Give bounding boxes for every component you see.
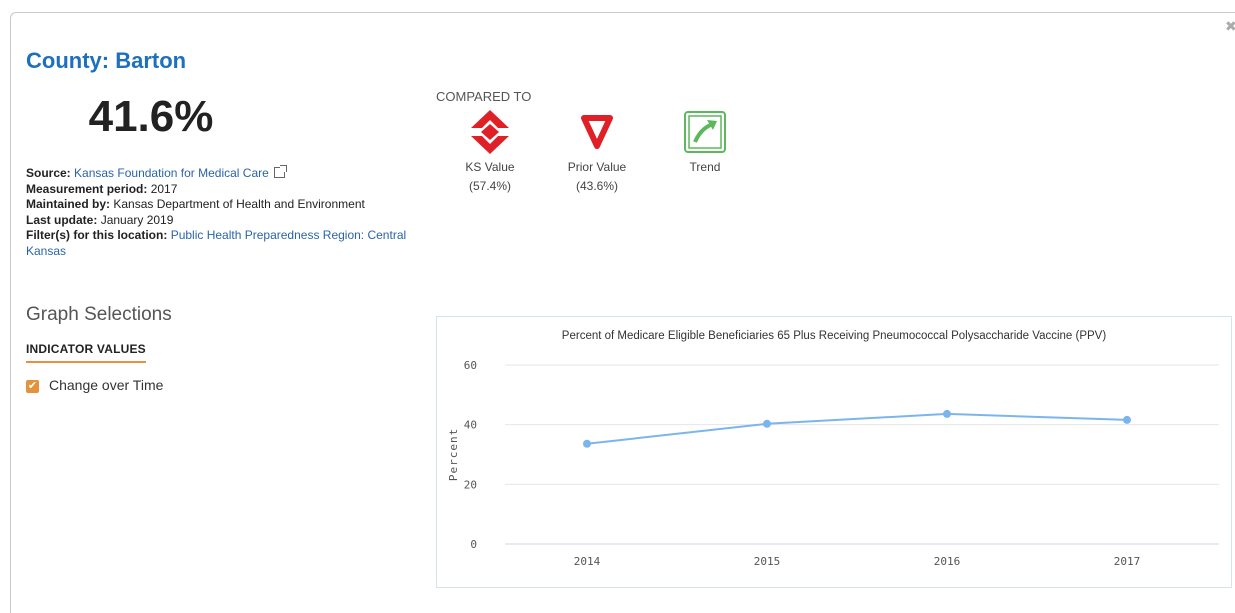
close-icon[interactable]: ✖: [1225, 18, 1235, 35]
diverging-arrows-icon: [471, 110, 509, 154]
y-tick-label: 60: [464, 359, 477, 372]
graph-selections-heading: Graph Selections: [26, 304, 172, 325]
indicator-metadata: Source: Kansas Foundation for Medical Ca…: [26, 165, 416, 260]
trend-up-icon: [684, 111, 726, 153]
maintained-value: Kansas Department of Health and Environm…: [113, 197, 365, 212]
trend-comparison[interactable]: Trend: [660, 110, 750, 177]
data-point: [583, 439, 591, 448]
x-tick-label: 2015: [754, 555, 781, 568]
y-tick-label: 0: [470, 538, 477, 551]
data-point: [763, 419, 771, 428]
source-label: Source:: [26, 166, 71, 180]
period-value: 2017: [150, 181, 178, 196]
chart-title: Percent of Medicare Eligible Beneficiari…: [562, 330, 1107, 342]
prior-value-comparison[interactable]: Prior Value (43.6%): [552, 110, 642, 196]
line-chart: Percent of Medicare Eligible Beneficiari…: [447, 330, 1219, 568]
x-tick-label: 2014: [574, 555, 601, 568]
y-axis-label: Percent: [447, 428, 460, 481]
source-link[interactable]: Kansas Foundation for Medical Care: [74, 166, 269, 180]
prior-value-number: (43.6%): [575, 179, 619, 193]
ks-value-number: (57.4%): [468, 179, 512, 193]
compared-to-heading: COMPARED TO: [436, 89, 532, 104]
period-label: Measurement period:: [26, 181, 148, 196]
external-link-icon[interactable]: [273, 165, 287, 178]
indicator-values-tab[interactable]: INDICATOR VALUES: [26, 342, 146, 363]
indicator-value: 41.6%: [88, 92, 214, 141]
checkbox-checked-icon[interactable]: ✔: [26, 379, 39, 393]
change-over-time-label: Change over Time: [49, 377, 164, 393]
y-tick-label: 40: [464, 419, 477, 432]
page-title: County: Barton: [26, 48, 187, 73]
update-label: Last update:: [26, 212, 98, 227]
ks-value-label: KS Value: [465, 160, 515, 174]
ks-value-comparison[interactable]: KS Value (57.4%): [445, 110, 535, 196]
change-over-time-option[interactable]: ✔ Change over Time: [26, 377, 163, 393]
trend-label: Trend: [689, 160, 721, 174]
maintained-label: Maintained by:: [26, 197, 111, 212]
filter-label: Filter(s) for this location:: [26, 228, 168, 243]
y-tick-label: 20: [464, 478, 477, 491]
prior-value-label: Prior Value: [567, 160, 627, 174]
data-point: [1123, 415, 1131, 424]
trend-chart: Percent of Medicare Eligible Beneficiari…: [436, 316, 1232, 588]
series-line: [586, 412, 1128, 445]
down-triangle-icon: [581, 115, 613, 149]
update-value: January 2019: [100, 212, 174, 227]
data-point: [943, 409, 951, 418]
x-tick-label: 2017: [1114, 555, 1141, 568]
x-tick-label: 2016: [934, 555, 961, 568]
